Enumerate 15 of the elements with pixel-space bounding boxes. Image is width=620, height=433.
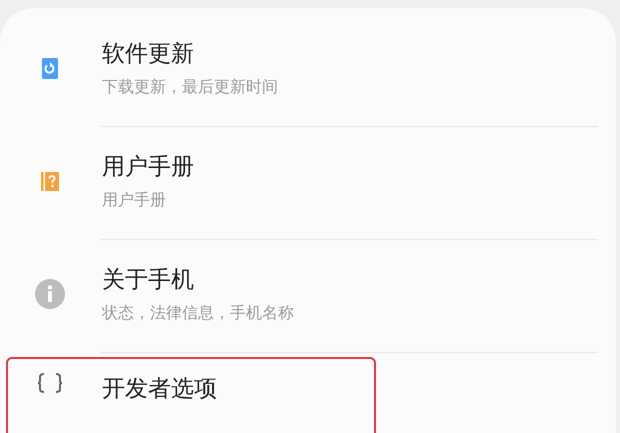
- help-book-icon: [41, 172, 59, 190]
- settings-item[interactable]: 软件更新 下载更新，最后更新时间: [6, 18, 616, 118]
- item-title: 用户手册: [102, 153, 194, 182]
- item-title: 软件更新: [102, 40, 195, 69]
- code-braces-icon: [37, 373, 63, 393]
- settings-item[interactable]: 用户手册 用户手册: [6, 131, 616, 231]
- settings-item[interactable]: 开发者选项: [6, 357, 376, 433]
- item-title: 开发者选项: [102, 375, 217, 404]
- item-subtitle: 状态，法律信息，手机名称: [102, 303, 294, 324]
- item-subtitle: 下载更新，最后更新时间: [102, 77, 278, 98]
- item-title: 关于手机: [102, 266, 195, 295]
- item-subtitle: 用户手册: [102, 190, 167, 211]
- info-icon: [35, 279, 65, 309]
- settings-item[interactable]: 关于手机 状态，法律信息，手机名称: [6, 244, 616, 344]
- refresh-icon: [42, 58, 58, 78]
